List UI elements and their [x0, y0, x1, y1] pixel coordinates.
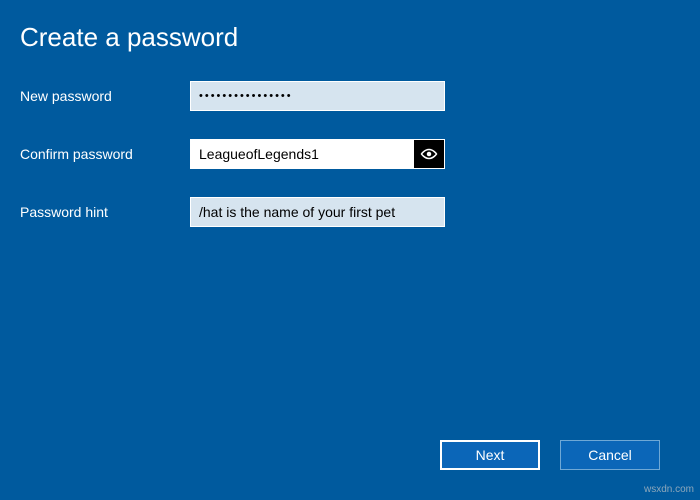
confirm-password-input[interactable] — [191, 140, 414, 168]
password-hint-label: Password hint — [20, 204, 190, 220]
confirm-password-row: Confirm password — [0, 139, 700, 169]
new-password-label: New password — [20, 88, 190, 104]
password-hint-input[interactable] — [190, 197, 445, 227]
cancel-button[interactable]: Cancel — [560, 440, 660, 470]
new-password-wrap — [190, 81, 445, 111]
new-password-input[interactable] — [190, 81, 445, 111]
new-password-row: New password — [0, 81, 700, 111]
dialog-buttons: Next Cancel — [440, 440, 660, 470]
watermark-text: wsxdn.com — [644, 484, 694, 495]
reveal-password-button[interactable] — [414, 140, 444, 168]
password-hint-row: Password hint — [0, 197, 700, 227]
eye-reveal-icon — [420, 148, 438, 160]
password-hint-wrap — [190, 197, 445, 227]
confirm-password-wrap — [190, 139, 445, 169]
page-title: Create a password — [0, 0, 700, 53]
confirm-password-label: Confirm password — [20, 146, 190, 162]
create-password-form: New password Confirm password Password h… — [0, 81, 700, 227]
next-button[interactable]: Next — [440, 440, 540, 470]
